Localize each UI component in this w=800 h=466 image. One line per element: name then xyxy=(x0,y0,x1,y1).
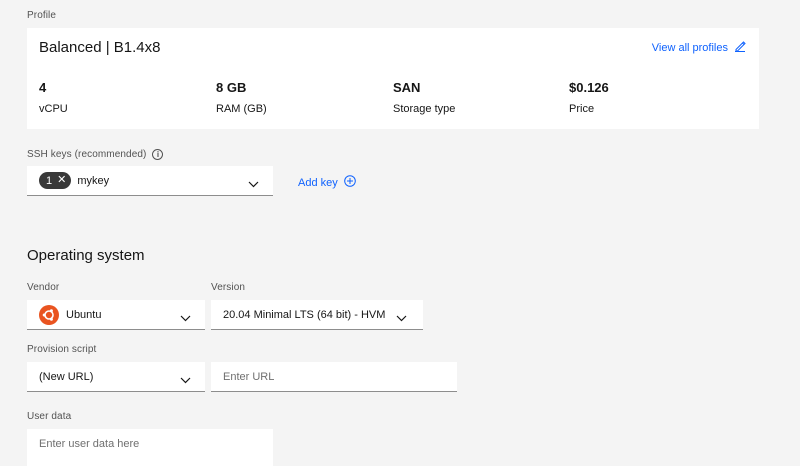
price-label: Price xyxy=(569,103,595,115)
ssh-keys-label: SSH keys (recommended) xyxy=(27,149,147,160)
provision-script-dropdown[interactable]: (New URL) xyxy=(27,362,205,392)
url-input[interactable] xyxy=(211,362,457,392)
ssh-keys-dropdown[interactable]: 1 ✕ mykey xyxy=(27,166,273,196)
vendor-value: Ubuntu xyxy=(66,308,102,321)
operating-system-heading: Operating system xyxy=(27,247,145,264)
price-value: $0.126 xyxy=(569,80,609,95)
user-data-textarea[interactable] xyxy=(27,429,273,466)
version-value: 20.04 Minimal LTS (64 bit) - HVM xyxy=(223,308,386,321)
chevron-down-icon xyxy=(248,176,259,194)
chevron-down-icon xyxy=(396,310,407,328)
profile-section-label: Profile xyxy=(27,10,57,21)
info-icon[interactable]: i xyxy=(152,149,164,160)
user-data-label: User data xyxy=(27,411,72,422)
add-circle-icon xyxy=(343,175,356,190)
add-key-button[interactable]: Add key xyxy=(298,175,356,190)
view-all-profiles-link[interactable]: View all profiles xyxy=(652,40,746,55)
clear-selection-icon[interactable]: ✕ xyxy=(57,175,66,186)
storage-type-label: Storage type xyxy=(393,103,456,115)
ram-value: 8 GB xyxy=(216,80,247,95)
ram-label: RAM (GB) xyxy=(216,103,267,115)
vendor-label: Vendor xyxy=(27,282,60,293)
profile-title: Balanced | B1.4x8 xyxy=(39,39,161,56)
vcpu-label: vCPU xyxy=(39,103,68,115)
edit-icon xyxy=(734,40,746,55)
add-key-label: Add key xyxy=(298,176,338,189)
ssh-keys-label-row: SSH keys (recommended) i xyxy=(27,149,164,160)
selected-key-name: mykey xyxy=(77,174,110,187)
selected-count-tag: 1 ✕ xyxy=(39,172,72,189)
vcpu-value: 4 xyxy=(39,80,47,95)
chevron-down-icon xyxy=(180,372,191,390)
view-all-profiles-label: View all profiles xyxy=(651,41,728,54)
storage-type-value: SAN xyxy=(393,80,421,95)
version-label: Version xyxy=(211,282,246,293)
provision-script-value: (New URL) xyxy=(39,370,94,383)
selected-count: 1 xyxy=(46,174,53,187)
provision-script-label: Provision script xyxy=(27,344,97,355)
version-dropdown[interactable]: 20.04 Minimal LTS (64 bit) - HVM xyxy=(211,300,423,330)
ubuntu-logo-icon xyxy=(39,304,59,325)
vendor-dropdown[interactable]: Ubuntu xyxy=(27,300,205,330)
chevron-down-icon xyxy=(180,310,191,328)
profile-card: Balanced | B1.4x8 View all profiles 4 vC… xyxy=(27,28,759,129)
resize-handle-icon[interactable] xyxy=(268,460,273,465)
